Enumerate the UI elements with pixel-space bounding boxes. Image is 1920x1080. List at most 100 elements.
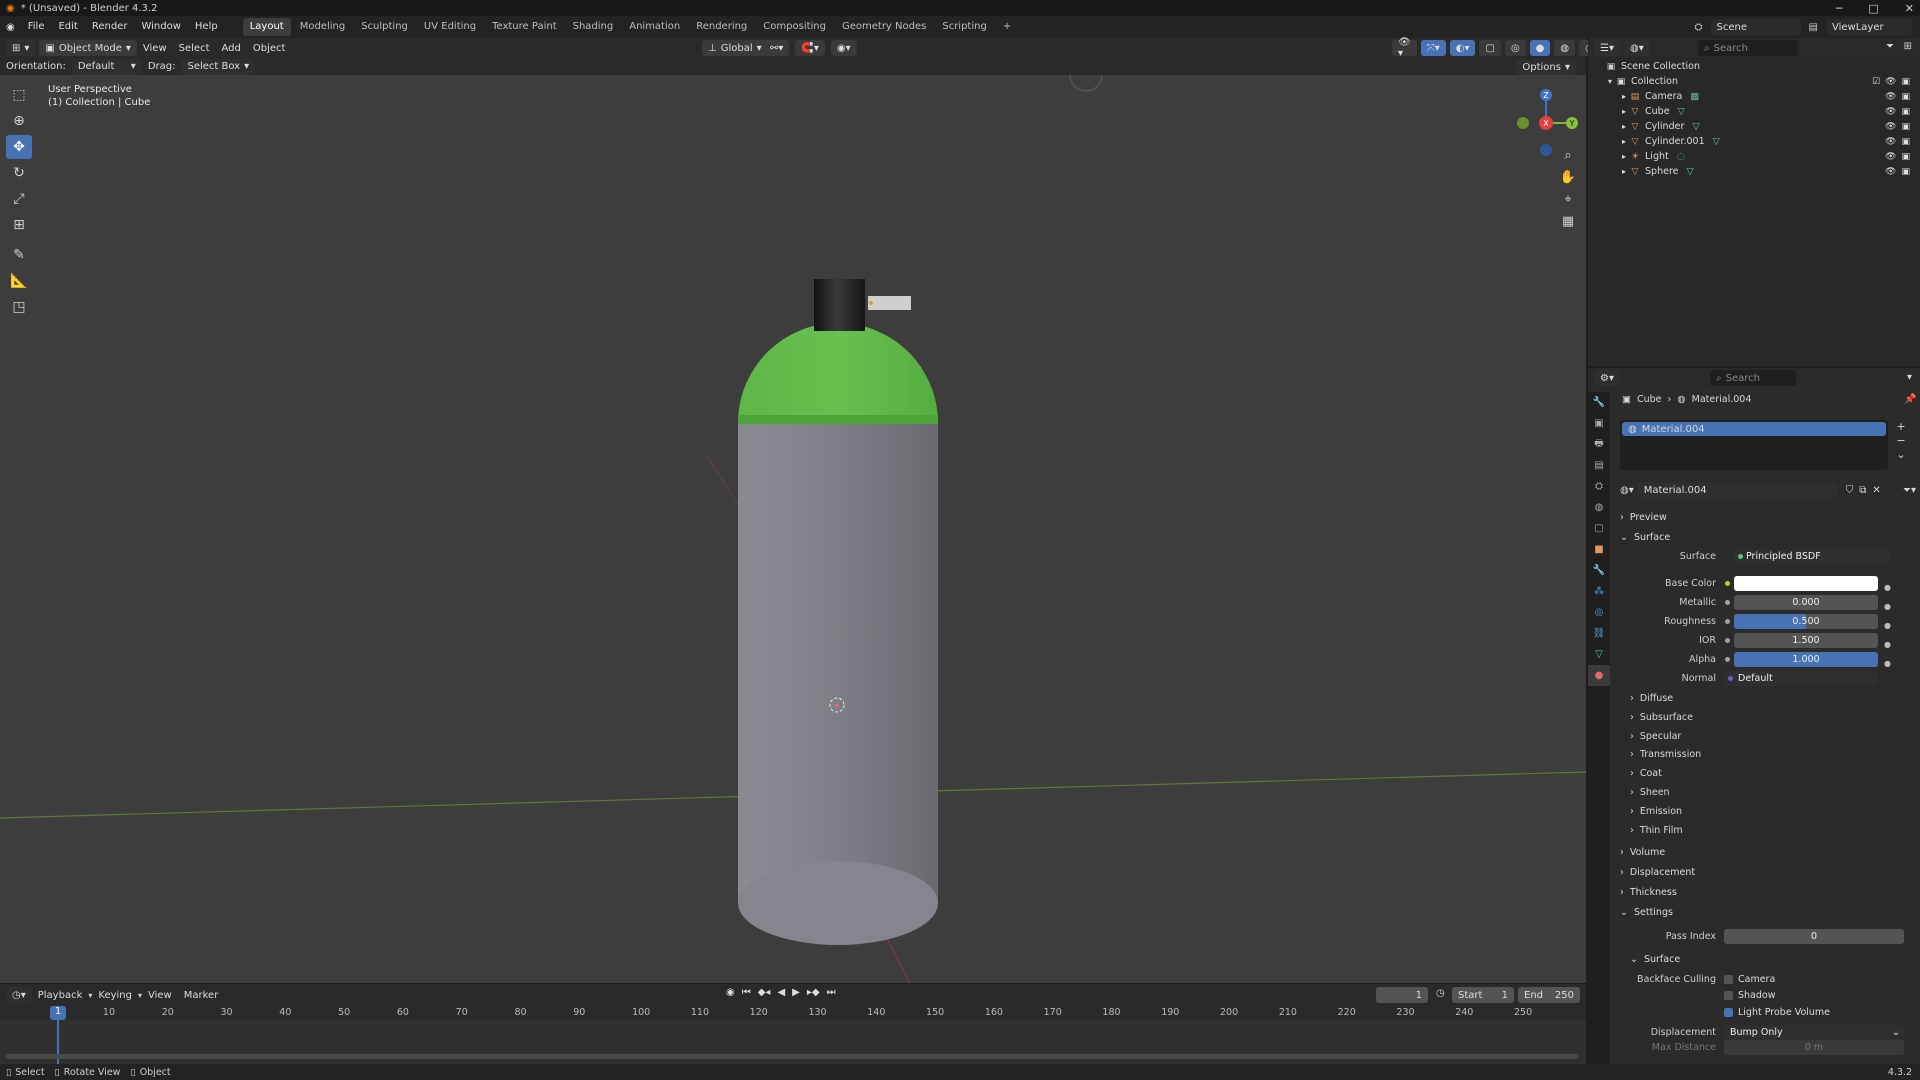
move-tool-icon[interactable]: ✥	[6, 135, 32, 159]
object-tab-icon[interactable]: ■	[1588, 539, 1610, 560]
camera-toggle-icon[interactable]: ▣	[1901, 137, 1910, 147]
camera-toggle-icon[interactable]: ▣	[1901, 152, 1910, 162]
duplicate-icon[interactable]: ⧉	[1859, 485, 1866, 496]
subpanel-subsurface[interactable]: › Subsurface	[1630, 709, 1701, 728]
camera-toggle-icon[interactable]: ▣	[1901, 122, 1910, 132]
subpanel-coat[interactable]: › Coat	[1630, 765, 1701, 784]
panel-surface[interactable]: ⌄ Surface	[1620, 528, 1670, 547]
subpanel-emission[interactable]: › Emission	[1630, 803, 1701, 822]
collection-tab-icon[interactable]: ▢	[1588, 518, 1610, 539]
subpanel-sheen[interactable]: › Sheen	[1630, 784, 1701, 803]
subpanel-settings-surface[interactable]: ⌄ Surface	[1630, 950, 1680, 969]
cursor-tool-icon[interactable]: ⊕	[6, 109, 32, 133]
panel-preview[interactable]: › Preview	[1620, 508, 1667, 527]
tab-geometry-nodes[interactable]: Geometry Nodes	[835, 18, 933, 36]
camera-toggle-icon[interactable]: ▣	[1901, 92, 1910, 102]
base-color-swatch[interactable]	[1734, 576, 1878, 591]
tree-item-sphere[interactable]: ▸ ▽ Sphere ▽ 👁 ▣	[1588, 164, 1920, 179]
constraints-tab-icon[interactable]: ⛓	[1588, 623, 1610, 644]
panel-settings[interactable]: ⌄ Settings	[1620, 903, 1673, 922]
backface-camera-checkbox[interactable]: Camera	[1724, 974, 1775, 985]
minimize-button[interactable]: ─	[1836, 2, 1843, 15]
eye-icon[interactable]: 👁	[1885, 92, 1896, 102]
measure-tool-icon[interactable]: 📐	[6, 269, 32, 293]
physics-tab-icon[interactable]: ◎	[1588, 602, 1610, 623]
ior-field[interactable]: 1.500	[1734, 633, 1878, 648]
overlay-toggle-icon[interactable]: ◐▾	[1449, 40, 1476, 56]
menu-edit[interactable]: Edit	[51, 16, 84, 38]
menu-help[interactable]: Help	[188, 16, 225, 38]
exclude-checkbox[interactable]: ☑	[1872, 77, 1880, 87]
scale-tool-icon[interactable]: ⤢	[6, 187, 32, 211]
timeline-scrollbar[interactable]	[6, 1054, 1578, 1059]
perspective-grid-icon[interactable]: ▦	[1558, 211, 1578, 233]
roughness-field[interactable]: 0.500	[1734, 614, 1878, 629]
subpanel-specular[interactable]: › Specular	[1630, 728, 1701, 747]
jump-start-icon[interactable]: ⏮	[742, 987, 751, 998]
metallic-field[interactable]: 0.000	[1734, 595, 1878, 610]
valve-cap[interactable]	[814, 279, 865, 331]
alpha-field[interactable]: 1.000	[1734, 652, 1878, 667]
render-tab-icon[interactable]: ▣	[1588, 413, 1610, 434]
menu-file[interactable]: File	[21, 16, 52, 38]
drag-selector[interactable]: Select Box ▾	[181, 58, 256, 75]
tab-compositing[interactable]: Compositing	[756, 18, 833, 36]
unlink-icon[interactable]: ✕	[1872, 485, 1880, 496]
record-icon[interactable]: ◉	[726, 987, 735, 998]
tab-scripting[interactable]: Scripting	[935, 18, 993, 36]
gizmo-toggle-icon[interactable]: ⤧▾	[1420, 40, 1446, 56]
view-layer-selector[interactable]: ViewLayer	[1826, 19, 1912, 35]
eye-icon[interactable]: 👁	[1885, 137, 1896, 147]
camera-toggle-icon[interactable]: ▣	[1901, 167, 1910, 177]
material-tab-icon[interactable]: ●	[1588, 665, 1610, 686]
add-cube-tool-icon[interactable]: ◳	[6, 295, 32, 319]
camera-toggle-icon[interactable]: ▣	[1901, 107, 1910, 117]
light-probe-volume-checkbox[interactable]: Light Probe Volume	[1724, 1007, 1830, 1018]
pin-icon[interactable]: 📌	[1904, 394, 1916, 405]
fake-user-icon[interactable]: ⛉	[1846, 485, 1854, 496]
data-tab-icon[interactable]: ▽	[1588, 644, 1610, 665]
pan-hand-icon[interactable]: ✋	[1558, 167, 1578, 189]
tab-layout[interactable]: Layout	[242, 18, 291, 36]
backface-shadow-checkbox[interactable]: Shadow	[1724, 990, 1776, 1001]
output-tab-icon[interactable]: 🖶	[1588, 434, 1610, 455]
material-name-field[interactable]: Material.004	[1637, 482, 1838, 498]
subpanel-diffuse[interactable]: › Diffuse	[1630, 690, 1701, 709]
eye-icon[interactable]: 👁	[1885, 107, 1896, 117]
mode-selector[interactable]: ▣ Object Mode ▾	[39, 40, 137, 56]
viewport-menu-view[interactable]: View	[137, 43, 173, 54]
camera-toggle-icon[interactable]: ▣	[1901, 77, 1910, 87]
tree-item-cylinder-001[interactable]: ▸ ▽ Cylinder.001 ▽ 👁 ▣	[1588, 134, 1920, 149]
material-slot-item[interactable]: ◍ Material.004	[1622, 422, 1886, 436]
scene-selector[interactable]: Scene	[1710, 19, 1801, 35]
modifier-tab-icon[interactable]: 🔧	[1588, 560, 1610, 581]
eye-icon[interactable]: 👁	[1885, 152, 1896, 162]
close-button[interactable]: ✕	[1905, 2, 1914, 15]
viewport-menu-select[interactable]: Select	[173, 43, 216, 54]
shading-wireframe-icon[interactable]: ◎	[1504, 40, 1526, 56]
gizmo-neg-z-icon[interactable]	[1540, 144, 1552, 156]
start-frame-field[interactable]: Start 1	[1452, 987, 1514, 1003]
subpanel-thin-film[interactable]: › Thin Film	[1630, 822, 1701, 841]
timeline-menu-playback[interactable]: Playback	[32, 990, 89, 1001]
max-distance-field[interactable]: 0 m	[1724, 1040, 1904, 1055]
material-filter-icon[interactable]: ⏷▾	[1903, 485, 1916, 496]
gizmo-neg-y-icon[interactable]	[1517, 117, 1529, 129]
transform-orientation-selector[interactable]: ⊥ Global ▾	[702, 40, 768, 56]
outliner-search-input[interactable]: ⌕ Search	[1698, 40, 1798, 56]
tab-animation[interactable]: Animation	[622, 18, 687, 36]
shading-solid-icon[interactable]: ●	[1529, 40, 1551, 56]
tool-tab-icon[interactable]: 🔧	[1588, 392, 1610, 413]
keyframe-dot-icon[interactable]: ●	[1884, 578, 1891, 597]
pivot-icon[interactable]: ⚯▾	[764, 40, 790, 56]
timeline[interactable]: 10 20 30 40 50 60 70 80 90 100 110 120 130 140 150 160 1…	[0, 1006, 1586, 1064]
valve-handle[interactable]	[868, 296, 911, 310]
camera-view-icon[interactable]: ⌖	[1558, 189, 1578, 211]
new-collection-icon[interactable]: ⊞	[1904, 41, 1912, 52]
timeline-menu-view[interactable]: View	[142, 990, 178, 1001]
eye-icon[interactable]: 👁	[1885, 167, 1896, 177]
tab-shading[interactable]: Shading	[566, 18, 621, 36]
timeline-menu-marker[interactable]: Marker	[178, 990, 225, 1001]
prev-keyframe-icon[interactable]: ◆◂	[758, 987, 771, 998]
display-mode-icon[interactable]: ◍▾	[1623, 40, 1650, 56]
